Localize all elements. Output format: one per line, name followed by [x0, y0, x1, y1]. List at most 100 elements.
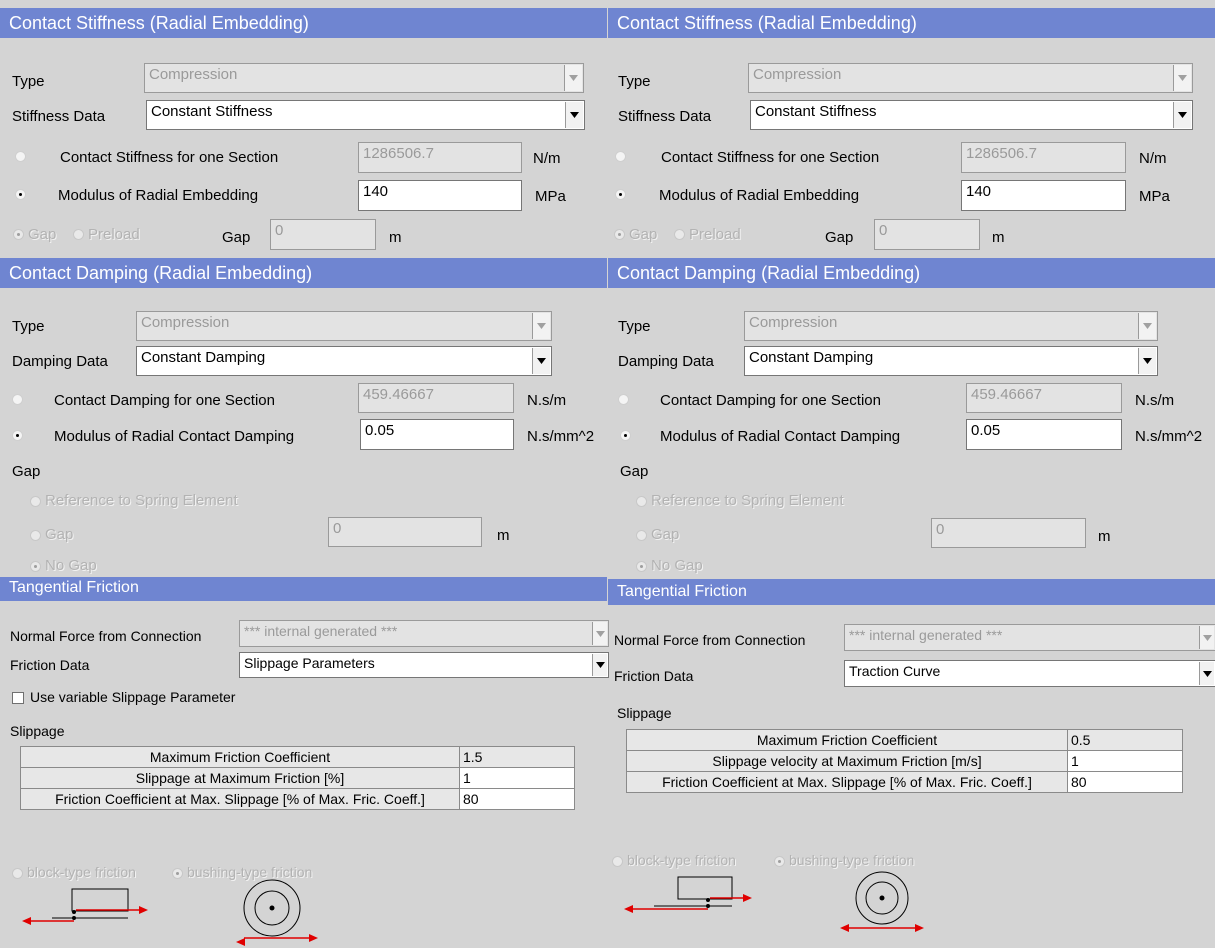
friction-data-label: Friction Data — [10, 657, 90, 673]
damping-section-title: Contact Damping (Radial Embedding) — [9, 263, 313, 283]
chevron-down-icon[interactable] — [592, 654, 607, 676]
stiffness-gap-unit: m — [992, 229, 1005, 246]
modulus-embedding-label: Modulus of Radial Embedding — [659, 187, 860, 204]
modulus-damping-radio[interactable] — [12, 430, 23, 441]
section-stiffness-radio[interactable] — [615, 151, 626, 162]
modulus-embedding-field[interactable]: 140 — [358, 180, 522, 211]
friction-data-select[interactable]: Traction Curve — [844, 660, 1215, 687]
chevron-down-icon[interactable] — [1138, 348, 1156, 374]
slippage-row-label: Slippage at Maximum Friction [%] — [20, 767, 460, 789]
section-stiffness-unit: N/m — [533, 150, 561, 167]
section-stiffness-field: 1286506.7 — [358, 142, 522, 173]
section-damping-label: Contact Damping for one Section — [660, 392, 881, 409]
slippage-row-value[interactable]: 80 — [1067, 771, 1183, 793]
damping-gap-heading: Gap — [620, 463, 649, 480]
friction-section-header: Tangential Friction — [0, 577, 607, 601]
stiffness-data-select[interactable]: Constant Stiffness — [750, 100, 1193, 130]
chevron-down-icon[interactable] — [1199, 662, 1214, 685]
chevron-down-icon[interactable] — [1173, 102, 1191, 128]
slippage-row-value[interactable]: 1.5 — [459, 746, 575, 768]
chevron-down-icon — [1173, 65, 1191, 91]
chevron-down-icon — [564, 65, 582, 91]
chevron-down-icon[interactable] — [565, 102, 583, 128]
modulus-damping-label: Modulus of Radial Contact Damping — [54, 428, 295, 445]
no-gap-radio — [636, 561, 647, 572]
gap-radio — [614, 229, 625, 240]
damping-data-select[interactable]: Constant Damping — [744, 346, 1158, 376]
section-damping-unit: N.s/m — [1135, 392, 1175, 409]
slippage-heading: Slippage — [617, 705, 672, 721]
stiffness-section-header: Contact Stiffness (Radial Embedding) — [0, 8, 607, 38]
slippage-row-label: Maximum Friction Coefficient — [626, 729, 1068, 751]
no-gap-label: No Gap — [651, 557, 703, 574]
table-row: Maximum Friction Coefficient 0.5 — [626, 729, 1183, 751]
damping-gap-radio — [636, 530, 647, 541]
slippage-table: Maximum Friction Coefficient 1.5 Slippage… — [20, 746, 575, 810]
section-damping-field: 459.46667 — [358, 383, 514, 413]
modulus-damping-unit: N.s/mm^2 — [527, 428, 595, 445]
variable-slippage-label: Use variable Slippage Parameter — [30, 689, 236, 705]
stiffness-section-title: Contact Stiffness (Radial Embedding) — [617, 13, 917, 33]
damping-gap-field: 0 — [328, 517, 482, 547]
normal-force-label: Normal Force from Connection — [10, 628, 202, 644]
chevron-down-icon — [532, 313, 550, 339]
friction-data-select[interactable]: Slippage Parameters — [239, 652, 609, 678]
stiffness-data-select[interactable]: Constant Stiffness — [146, 100, 585, 130]
table-row: Friction Coefficient at Max. Slippage [%… — [20, 788, 575, 810]
damping-gap-radio-label: Gap — [45, 526, 74, 543]
damping-data-label: Damping Data — [618, 353, 714, 370]
section-stiffness-field: 1286506.7 — [961, 142, 1126, 173]
modulus-damping-unit: N.s/mm^2 — [1135, 428, 1203, 445]
friction-section-header: Tangential Friction — [608, 579, 1215, 605]
preload-radio-label: Preload — [689, 226, 741, 243]
damping-data-select[interactable]: Constant Damping — [136, 346, 552, 376]
reference-spring-label: Reference to Spring Element — [45, 492, 238, 509]
bushing-friction-radio — [172, 868, 183, 879]
no-gap-label: No Gap — [45, 557, 97, 574]
stiffness-section-header: Contact Stiffness (Radial Embedding) — [608, 8, 1215, 38]
section-damping-radio[interactable] — [12, 394, 23, 405]
slippage-row-value[interactable]: 1 — [459, 767, 575, 789]
modulus-damping-field[interactable]: 0.05 — [360, 419, 514, 450]
gap-radio-label: Gap — [28, 226, 57, 243]
damping-gap-field: 0 — [931, 518, 1086, 548]
block-friction-label: block-type friction — [27, 864, 136, 880]
modulus-damping-radio[interactable] — [620, 430, 631, 441]
damping-section-header: Contact Damping (Radial Embedding) — [0, 258, 607, 288]
slippage-row-value[interactable]: 1 — [1067, 750, 1183, 772]
table-row: Maximum Friction Coefficient 1.5 — [20, 746, 575, 768]
slippage-row-value[interactable]: 80 — [459, 788, 575, 810]
slippage-row-label: Slippage velocity at Maximum Friction [m… — [626, 750, 1068, 772]
preload-radio — [73, 229, 84, 240]
bushing-friction-icon — [840, 871, 924, 932]
chevron-down-icon[interactable] — [532, 348, 550, 374]
slippage-row-label: Maximum Friction Coefficient — [20, 746, 460, 768]
bushing-friction-label: bushing-type friction — [789, 852, 915, 868]
stiffness-section-title: Contact Stiffness (Radial Embedding) — [9, 13, 309, 33]
modulus-embedding-radio[interactable] — [15, 189, 26, 200]
damping-gap-radio-label: Gap — [651, 526, 680, 543]
right-panel: Contact Stiffness (Radial Embedding) Typ… — [608, 0, 1215, 948]
modulus-embedding-radio[interactable] — [615, 189, 626, 200]
stiffness-gap-field: 0 — [874, 219, 980, 250]
section-stiffness-radio[interactable] — [15, 151, 26, 162]
block-friction-label: block-type friction — [627, 852, 736, 868]
stiffness-type-select: Compression — [748, 63, 1193, 93]
stiffness-data-label: Stiffness Data — [618, 108, 712, 125]
damping-type-label: Type — [618, 318, 651, 335]
damping-data-label: Damping Data — [12, 353, 108, 370]
block-friction-radio — [612, 856, 623, 867]
modulus-embedding-field[interactable]: 140 — [961, 180, 1126, 211]
section-stiffness-label: Contact Stiffness for one Section — [661, 149, 880, 166]
table-row: Slippage velocity at Maximum Friction [m… — [626, 750, 1183, 772]
chevron-down-icon — [592, 622, 607, 645]
section-damping-radio[interactable] — [618, 394, 629, 405]
left-panel: Contact Stiffness (Radial Embedding) Typ… — [0, 0, 609, 948]
no-gap-radio — [30, 561, 41, 572]
stiffness-type-select: Compression — [144, 63, 584, 93]
modulus-damping-field[interactable]: 0.05 — [966, 419, 1122, 450]
slippage-row-value[interactable]: 0.5 — [1067, 729, 1183, 751]
table-row: Friction Coefficient at Max. Slippage [%… — [626, 771, 1183, 793]
variable-slippage-checkbox[interactable] — [12, 692, 24, 704]
bushing-friction-icon — [236, 879, 318, 946]
